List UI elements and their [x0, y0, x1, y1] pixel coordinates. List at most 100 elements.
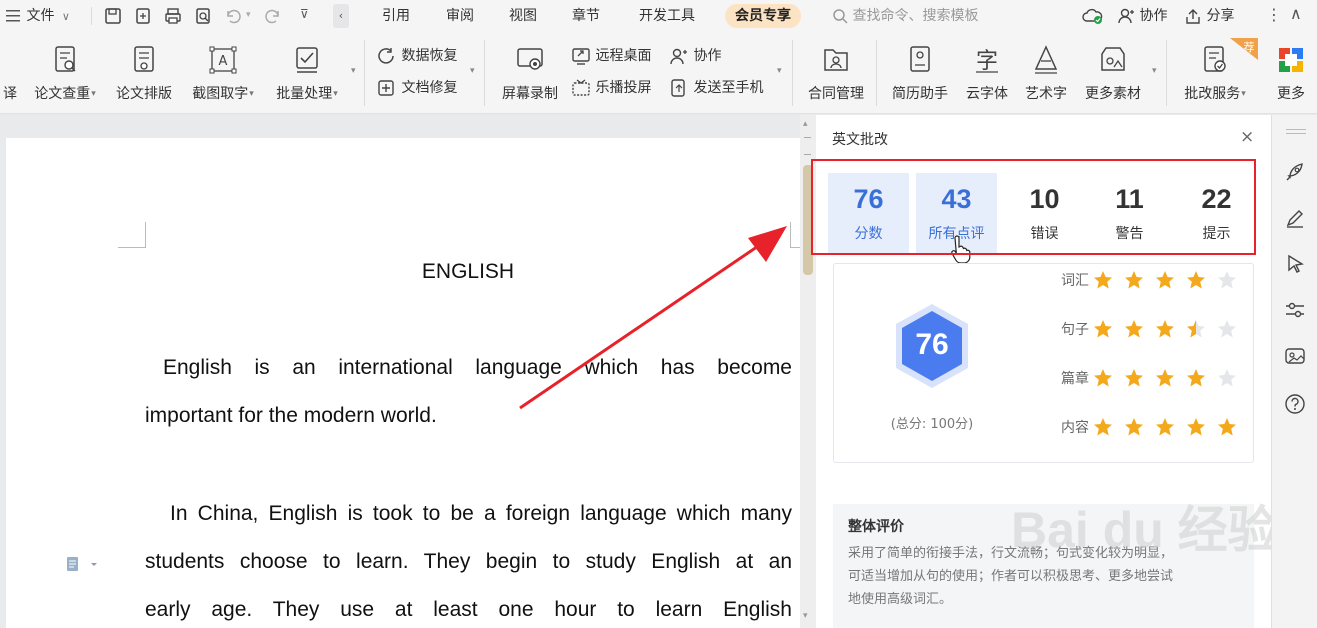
undo-icon[interactable] [224, 7, 242, 25]
group-expand-icon[interactable]: ▾ [1152, 66, 1157, 76]
star-icon [1125, 369, 1143, 387]
print-icon[interactable] [164, 7, 182, 25]
document-page[interactable]: ENGLISH English is an international lang… [6, 138, 800, 628]
score-value: 76 [915, 328, 949, 361]
cast-screen-label: 乐播投屏 [595, 80, 652, 96]
summary-box: 整体评价 采用了简单的衔接手法，行文流畅；句式变化较为明显， 可适当增加从句的使… [833, 502, 1278, 628]
undo-dropdown-icon[interactable]: ▾ [246, 10, 251, 20]
share-icon [1186, 9, 1200, 24]
search-placeholder: 查找命令、搜索模板 [852, 8, 979, 24]
tab-developer[interactable]: 开发工具 [639, 4, 695, 28]
rating-row: 篇章 [1061, 368, 1248, 392]
send-to-phone-button[interactable]: 发送至手机 [669, 77, 763, 99]
contract-manage-label: 合同管理 [808, 86, 864, 102]
search-icon [833, 9, 848, 24]
chevron-down-icon: ∨ [61, 10, 70, 23]
star-icon [1187, 418, 1205, 436]
summary-title: 整体评价 [848, 519, 904, 535]
plagiarism-check-button[interactable]: 论文查重▾ [27, 44, 103, 104]
more-options-icon[interactable]: ⋮ [1266, 5, 1282, 24]
remote-desktop-button[interactable]: 远程桌面 [571, 45, 651, 67]
group-expand-icon[interactable]: ▾ [470, 66, 475, 76]
pen-icon[interactable] [1284, 207, 1306, 229]
send-to-phone-label: 发送至手机 [693, 80, 764, 96]
plagiarism-check-label: 论文查重 [34, 86, 91, 102]
right-sidebar [1271, 115, 1317, 628]
star-icon [1218, 369, 1236, 387]
scroll-up-icon[interactable]: ▴ [803, 119, 808, 129]
document-title: ENGLISH [421, 260, 515, 283]
paragraph-handle-icon[interactable] [66, 555, 98, 573]
image-tool-icon[interactable] [1284, 345, 1306, 367]
star-icon [1125, 320, 1143, 338]
resume-helper-button[interactable]: 简历助手 [887, 44, 953, 104]
add-user-icon [670, 48, 687, 65]
remote-desktop-label: 远程桌面 [595, 48, 652, 64]
paragraph-line: In China, English is took to be a foreig… [170, 502, 792, 525]
cursor-select-icon[interactable] [1284, 253, 1306, 275]
paper-format-button[interactable]: 论文排版 [111, 44, 177, 104]
star-icon [1156, 271, 1174, 289]
star-icon [1125, 271, 1143, 289]
resume-helper-label: 简历助手 [892, 86, 948, 102]
share-label: 分享 [1206, 8, 1235, 24]
ocr-capture-button[interactable]: A 截图取字▾ [184, 44, 262, 104]
sidebar-grip-icon[interactable] [1286, 129, 1306, 134]
screen-record-button[interactable]: 屏幕录制 [495, 44, 565, 104]
paragraph-line: important for the modern world. [145, 404, 437, 427]
score-total-label: (总分: 100分) [890, 417, 974, 432]
star-icon [1187, 320, 1205, 338]
print-preview-icon[interactable] [194, 7, 212, 25]
star-icon [1187, 369, 1205, 387]
doc-repair-button[interactable]: 文档修复 [377, 77, 457, 99]
translate-label: 译 [3, 86, 17, 102]
grading-service-button[interactable]: 批改服务▾ [1176, 44, 1254, 104]
tab-references[interactable]: 引用 [382, 4, 410, 28]
rating-row: 内容 [1061, 417, 1248, 441]
cloud-font-button[interactable]: 字 云字体 [960, 44, 1014, 104]
tab-review[interactable]: 审阅 [446, 4, 474, 28]
word-art-button[interactable]: 艺术字 [1019, 44, 1073, 104]
scroll-tabs-left-button[interactable]: ‹ [333, 4, 349, 28]
batch-process-icon [296, 47, 318, 73]
tab-member[interactable]: 会员专享 [725, 4, 801, 28]
scroll-down-icon[interactable]: ▾ [803, 611, 808, 621]
cloud-sync-icon[interactable] [1082, 6, 1104, 26]
customize-toolbar-icon[interactable]: ⊽ [300, 7, 309, 21]
group-expand-icon[interactable]: ▾ [351, 66, 356, 76]
translate-button[interactable]: 译 [0, 44, 20, 104]
scroll-divider-mark [804, 137, 811, 155]
more-materials-label: 更多素材 [1085, 86, 1141, 102]
cooperate-button[interactable]: 协作 [669, 45, 721, 67]
export-pdf-icon[interactable] [134, 7, 152, 25]
word-art-label: 艺术字 [1025, 86, 1067, 102]
add-user-icon [1118, 8, 1134, 24]
sliders-icon[interactable] [1284, 299, 1306, 321]
help-icon[interactable] [1284, 393, 1306, 415]
contract-icon [824, 49, 848, 71]
star-icon [1156, 369, 1174, 387]
more-materials-button[interactable]: 更多素材 [1078, 44, 1148, 104]
tab-chapter[interactable]: 章节 [572, 4, 600, 28]
group-expand-icon[interactable]: ▾ [777, 66, 782, 76]
share-button[interactable]: 分享 [1184, 5, 1234, 27]
data-recovery-button[interactable]: 数据恢复 [377, 45, 457, 67]
batch-process-button[interactable]: 批量处理▾ [268, 44, 346, 104]
menu-button[interactable]: 文件 ∨ [6, 5, 70, 27]
summary-line: 地使用高级词汇。 [848, 592, 953, 607]
contract-manage-button[interactable]: 合同管理 [803, 44, 869, 104]
cast-screen-button[interactable]: 乐播投屏 [571, 77, 651, 99]
more-button[interactable]: 更多 [1268, 44, 1314, 104]
command-search[interactable]: 查找命令、搜索模板 [832, 5, 978, 27]
collapse-ribbon-icon[interactable]: ∧ [1290, 4, 1302, 23]
collaborate-button[interactable]: 协作 [1117, 5, 1167, 27]
paragraph-line: students choose to learn. They begin to … [145, 550, 792, 573]
rocket-icon[interactable] [1284, 161, 1306, 183]
close-icon[interactable]: × [1240, 127, 1254, 147]
chevron-down-icon: ▾ [249, 89, 254, 99]
tab-view[interactable]: 视图 [509, 4, 537, 28]
repair-icon [378, 80, 394, 96]
star-icon [1094, 271, 1112, 289]
redo-icon[interactable] [264, 7, 282, 25]
save-icon[interactable] [104, 7, 122, 25]
